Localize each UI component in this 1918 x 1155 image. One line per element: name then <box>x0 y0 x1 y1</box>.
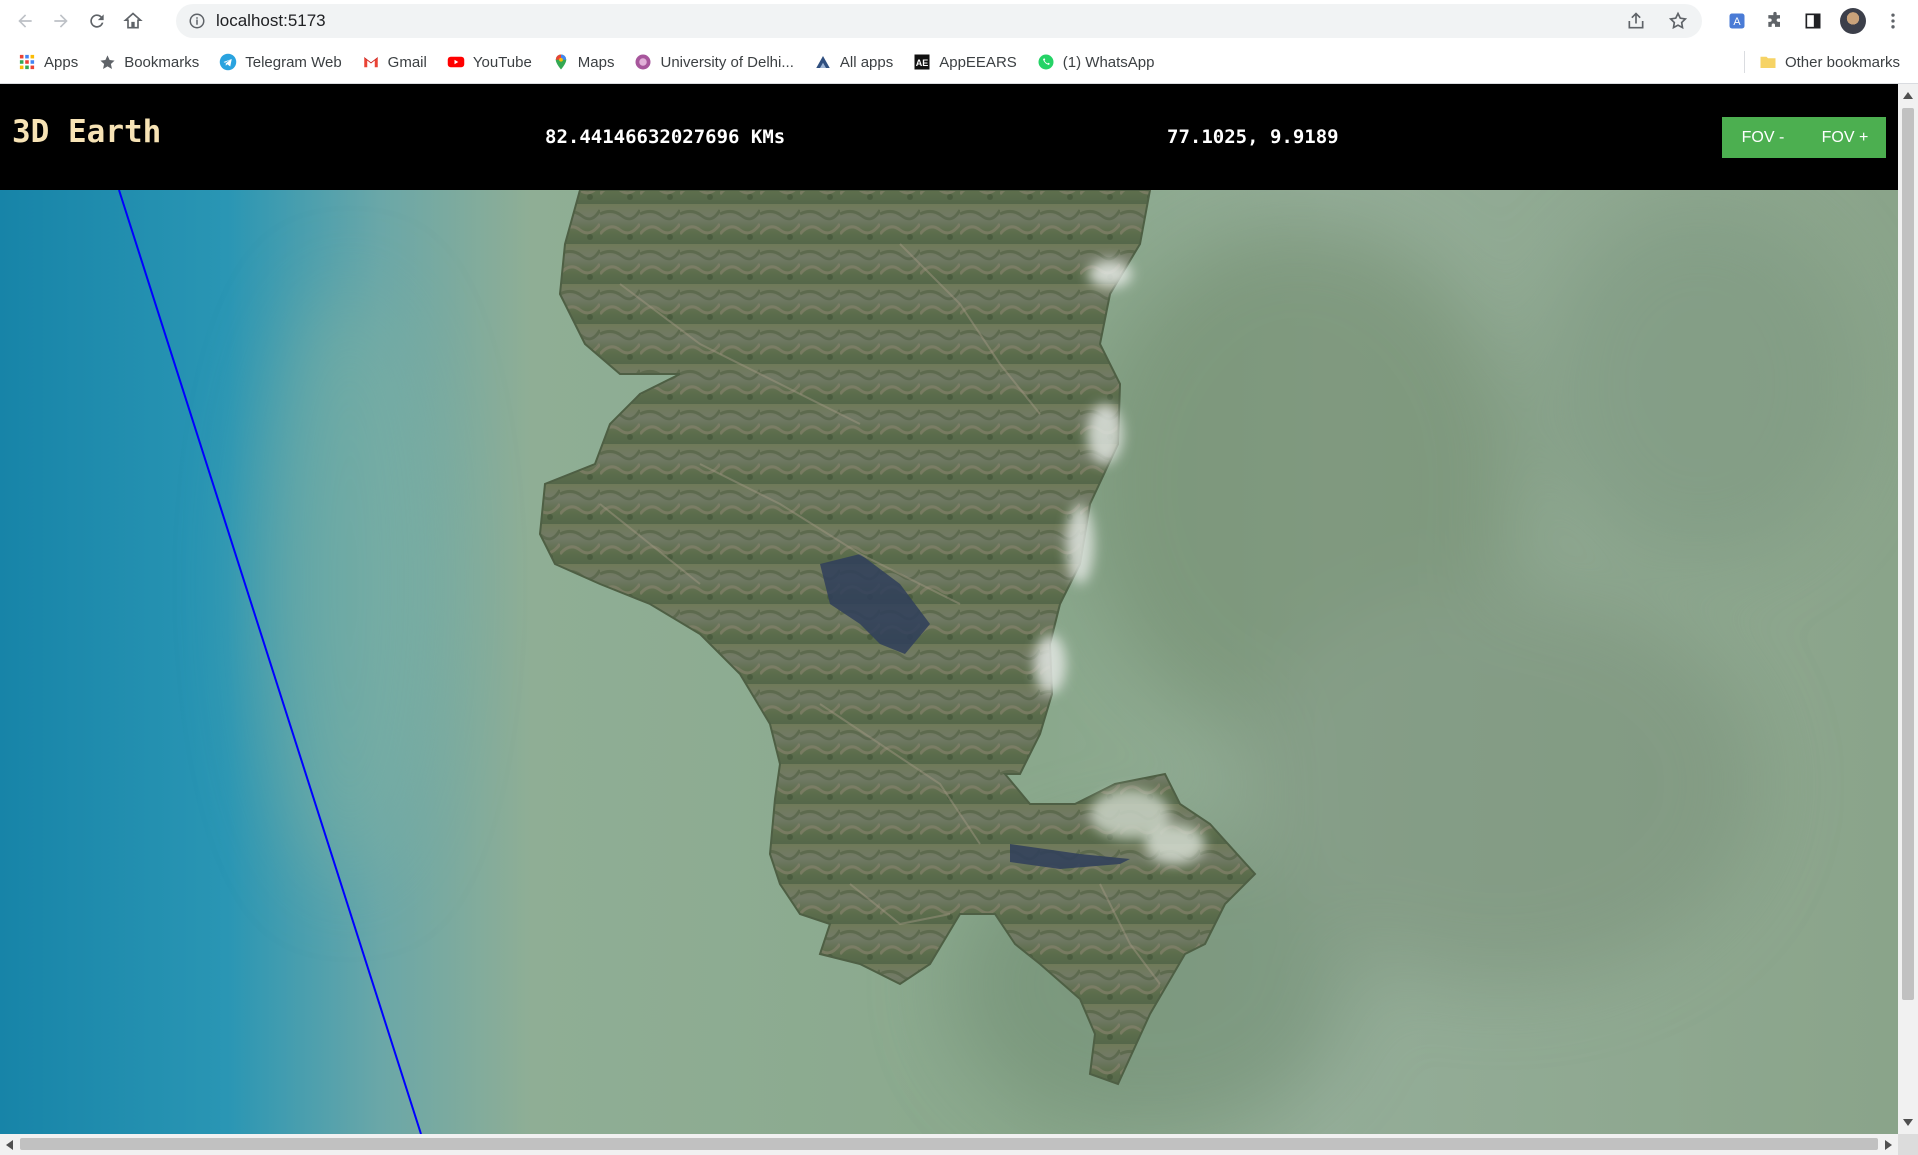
bookmarks-bar: Apps Bookmarks Telegram Web Gmail YouTub… <box>0 41 1918 84</box>
arrow-right-icon <box>54 13 68 28</box>
bookmark-label: Telegram Web <box>245 53 342 71</box>
app-title: 3D Earth <box>12 114 162 150</box>
appeears-icon: AE <box>913 53 931 71</box>
bookmark-appeears[interactable]: AE AppEEARS <box>903 46 1027 78</box>
bookmark-star-icon[interactable] <box>1668 11 1688 31</box>
star-icon <box>98 53 116 71</box>
bookmark-label: University of Delhi... <box>660 53 794 71</box>
svg-text:A: A <box>1733 16 1741 28</box>
university-icon <box>634 53 652 71</box>
extensions-puzzle-icon[interactable] <box>1764 10 1786 32</box>
bookmark-label: Gmail <box>387 53 427 71</box>
bookmark-youtube[interactable]: YouTube <box>437 46 542 78</box>
back-button[interactable] <box>10 6 40 36</box>
folder-icon <box>1759 53 1777 71</box>
fov-controls: FOV - FOV + <box>1722 117 1886 158</box>
maps-pin-icon <box>552 53 570 71</box>
extension-a-icon[interactable]: A <box>1726 10 1748 32</box>
info-icon[interactable] <box>188 12 206 30</box>
scroll-up-arrow-icon[interactable] <box>1903 92 1913 99</box>
vertical-scrollbar[interactable] <box>1898 84 1918 1134</box>
home-icon <box>123 11 143 28</box>
address-bar[interactable]: localhost:5173 <box>176 4 1702 38</box>
horizontal-scrollbar[interactable] <box>0 1134 1898 1155</box>
scroll-right-arrow-icon[interactable] <box>1885 1140 1892 1150</box>
browser-toolbar: localhost:5173 A <box>0 0 1918 41</box>
all-apps-icon <box>814 53 832 71</box>
profile-avatar[interactable] <box>1840 7 1866 34</box>
scrollbar-corner <box>1898 1134 1918 1155</box>
other-bookmarks-label: Other bookmarks <box>1784 53 1900 71</box>
app-header: 3D Earth 82.44146632027696 KMs 77.1025, … <box>0 84 1898 190</box>
share-icon[interactable] <box>1626 11 1646 31</box>
side-panel-icon[interactable] <box>1802 10 1824 32</box>
scroll-down-arrow-icon[interactable] <box>1903 1119 1913 1126</box>
svg-text:AE: AE <box>916 58 929 68</box>
bookmark-label: Apps <box>44 53 79 71</box>
kebab-menu-icon[interactable] <box>1882 10 1904 32</box>
fov-decrease-button[interactable]: FOV - <box>1722 117 1804 158</box>
bookmark-university[interactable]: University of Delhi... <box>624 46 803 78</box>
page-viewport: 3D Earth 82.44146632027696 KMs 77.1025, … <box>0 84 1898 1134</box>
distance-readout: 82.44146632027696 KMs <box>545 126 786 148</box>
forward-button[interactable] <box>46 6 76 36</box>
horizontal-scroll-thumb[interactable] <box>20 1138 1878 1150</box>
bookmark-all-apps[interactable]: All apps <box>804 46 903 78</box>
gmail-icon <box>362 53 380 71</box>
bookmark-label: Maps <box>577 53 615 71</box>
youtube-icon <box>447 53 465 71</box>
reload-icon <box>90 13 104 28</box>
coordinates-readout: 77.1025, 9.9189 <box>1167 126 1339 148</box>
apps-grid-icon <box>18 53 36 71</box>
bookmark-label: (1) WhatsApp <box>1062 53 1155 71</box>
other-bookmarks[interactable]: Other bookmarks <box>1728 46 1910 78</box>
bookmark-label: All apps <box>839 53 894 71</box>
fov-increase-button[interactable]: FOV + <box>1804 117 1886 158</box>
bookmark-whatsapp[interactable]: (1) WhatsApp <box>1027 46 1165 78</box>
url-text[interactable]: localhost:5173 <box>216 11 326 31</box>
bookmark-gmail[interactable]: Gmail <box>352 46 437 78</box>
bookmark-label: Bookmarks <box>124 53 200 71</box>
bookmark-maps[interactable]: Maps <box>542 46 625 78</box>
vertical-scroll-thumb[interactable] <box>1902 108 1914 1000</box>
bookmarks-divider <box>1743 51 1745 73</box>
arrow-left-icon <box>18 13 32 28</box>
reload-button[interactable] <box>82 6 112 36</box>
earth-canvas[interactable] <box>0 84 1898 1134</box>
home-button[interactable] <box>118 6 148 36</box>
whatsapp-icon <box>1037 53 1055 71</box>
bookmark-apps[interactable]: Apps <box>8 46 88 78</box>
scroll-left-arrow-icon[interactable] <box>6 1140 13 1150</box>
telegram-icon <box>219 53 237 71</box>
bookmark-telegram[interactable]: Telegram Web <box>209 46 351 78</box>
bookmark-label: YouTube <box>472 53 532 71</box>
bookmark-bookmarks[interactable]: Bookmarks <box>88 46 209 78</box>
bookmark-label: AppEEARS <box>939 53 1017 71</box>
